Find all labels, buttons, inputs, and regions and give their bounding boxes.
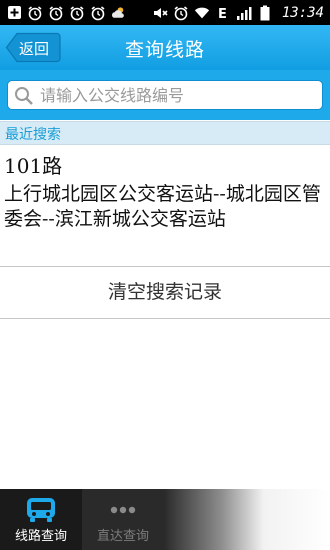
route-description: 上行城北园区公交客运站--城北园区管委会--滨江新城公交客运站 <box>4 183 321 230</box>
wifi-icon <box>194 5 210 21</box>
mute-icon <box>152 5 168 21</box>
status-bar: E 13:34 <box>0 0 330 25</box>
search-box[interactable] <box>7 80 323 110</box>
recent-search-item[interactable]: 101路 上行城北园区公交客运站--城北园区管委会--滨江新城公交客运站 <box>0 146 330 266</box>
tab-route-query-label: 线路查询 <box>14 529 67 544</box>
signal-bars-icon <box>236 5 252 21</box>
title-bar: 返回 查询线路 <box>0 25 330 70</box>
alarm-clock-icon <box>69 5 85 21</box>
battery-icon <box>257 5 273 21</box>
alarm-clock-icon <box>90 5 106 21</box>
weather-cloud-icon <box>111 5 127 21</box>
recent-search-header: 最近搜索 <box>0 121 330 145</box>
search-input[interactable] <box>40 83 315 107</box>
tab-route-query[interactable]: 线路查询 <box>0 489 82 550</box>
more-dots-icon <box>106 496 140 528</box>
bus-icon <box>24 496 58 528</box>
route-name: 101路 <box>4 154 63 178</box>
status-bar-left <box>6 5 127 21</box>
recent-search-title: 最近搜索 <box>5 127 61 143</box>
nav-fade-overlay <box>164 489 330 550</box>
clear-history-button[interactable]: 清空搜索记录 <box>0 266 330 319</box>
bottom-nav: 线路查询 直达查询 <box>0 489 330 550</box>
alarm-clock-icon <box>27 5 43 21</box>
page-title: 查询线路 <box>124 39 205 61</box>
search-area <box>0 70 330 120</box>
status-time: 13:34 <box>281 4 324 21</box>
tab-direct-query-label: 直达查询 <box>96 529 149 544</box>
status-bar-right: E 13:34 <box>152 5 324 21</box>
edge-signal-icon: E <box>215 5 231 21</box>
alarm-clock-icon <box>48 5 64 21</box>
search-icon <box>14 86 34 110</box>
tab-direct-query[interactable]: 直达查询 <box>82 489 164 550</box>
svg-text:E: E <box>218 7 227 21</box>
plus-box-icon <box>6 5 22 21</box>
alarm-clock-icon <box>173 5 189 21</box>
